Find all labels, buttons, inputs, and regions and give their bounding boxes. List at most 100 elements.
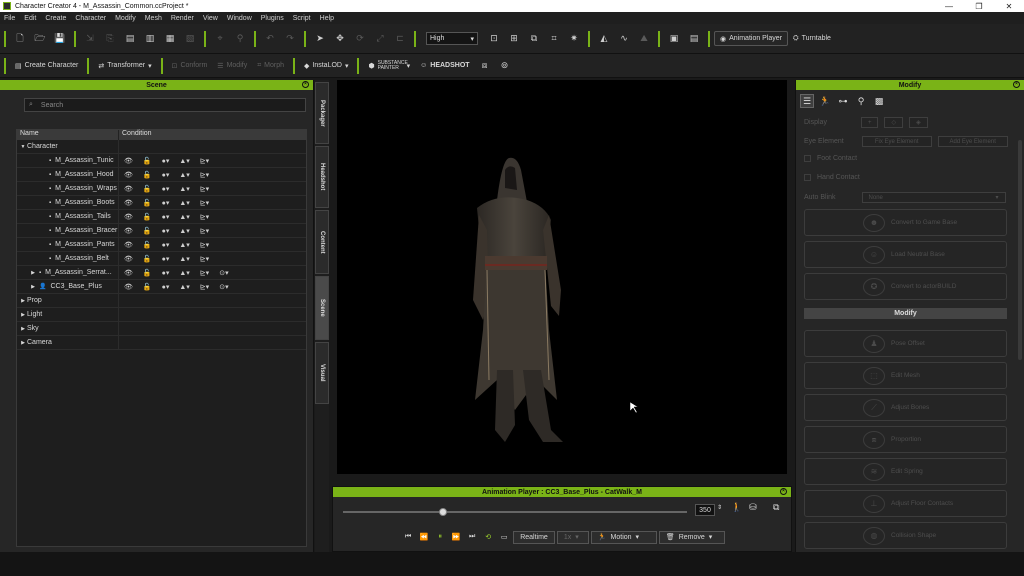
scene-tree-row[interactable]: ▪ M_Assassin_Belt 👁 🔓 ●▾ ▲▾ ⊵▾ xyxy=(17,252,306,266)
visible-eye-icon[interactable]: 👁 xyxy=(124,185,133,193)
dynamic-icon[interactable]: ⊵▾ xyxy=(200,269,209,277)
shadow-icon[interactable]: ▲▾ xyxy=(179,171,189,179)
visible-eye-icon[interactable]: 👁 xyxy=(124,213,133,221)
caption-icon[interactable]: ▭ xyxy=(497,531,511,543)
load-neutral-base-button[interactable]: ☺ Load Neutral Base xyxy=(804,241,1007,268)
expand-triangle-icon[interactable]: ▶ xyxy=(19,298,27,304)
grid-icon[interactable]: ▣ xyxy=(668,33,680,45)
fit-view-icon[interactable]: ⊡ xyxy=(488,33,500,45)
fast-forward-icon[interactable]: ⏩ xyxy=(449,531,463,543)
motion-icon[interactable]: 🏃 xyxy=(818,94,832,108)
display-mode-1[interactable]: + xyxy=(860,117,879,128)
collision-shape-button[interactable]: ◍ Collision Shape xyxy=(804,522,1007,549)
menu-help[interactable]: Help xyxy=(320,15,334,22)
material-icon[interactable]: ●▾ xyxy=(162,199,170,207)
pose-offset-button[interactable]: ♟ Pose Offset xyxy=(804,330,1007,357)
menu-mesh[interactable]: Mesh xyxy=(145,15,162,22)
shadow-icon[interactable]: ▲▾ xyxy=(179,185,189,193)
lock-icon[interactable]: 🔓 xyxy=(143,227,152,235)
hand-contact-row[interactable]: Hand Contact xyxy=(804,174,860,181)
shadow-icon[interactable]: ▲▾ xyxy=(179,213,189,221)
adjust-bones-button[interactable]: ⟋ Adjust Bones xyxy=(804,394,1007,421)
animation-player-button[interactable]: ◉ Animation Player xyxy=(714,31,789,46)
minimize-button[interactable]: — xyxy=(934,2,964,11)
scene-tree-row[interactable]: ▪ M_Assassin_Tails 👁 🔓 ●▾ ▲▾ ⊵▾ xyxy=(17,210,306,224)
create-character-button[interactable]: ▤ Create Character xyxy=(15,62,78,70)
select-icon[interactable]: ➤ xyxy=(314,33,326,45)
lock-icon[interactable]: 🔓 xyxy=(143,171,152,179)
import-icon[interactable]: ⇲ xyxy=(84,33,96,45)
modify-section-header[interactable]: Modify xyxy=(804,308,1007,319)
scene-tree-row[interactable]: ▶ Light xyxy=(17,308,306,322)
lock-icon[interactable]: 🔓 xyxy=(143,283,152,291)
visible-eye-icon[interactable]: 👁 xyxy=(124,171,133,179)
display-mode-3[interactable]: ◈ xyxy=(909,117,928,128)
foot-contact-row[interactable]: Foot Contact xyxy=(804,155,857,162)
edit-mesh-button[interactable]: ⬚ Edit Mesh xyxy=(804,362,1007,389)
tab-content[interactable]: Content xyxy=(315,210,329,274)
menu-view[interactable]: View xyxy=(203,15,218,22)
menu-create[interactable]: Create xyxy=(45,15,66,22)
go-to-start-icon[interactable]: ⏮ xyxy=(401,531,415,543)
material-icon[interactable]: ●▾ xyxy=(162,283,170,291)
scene-tree-row[interactable]: ▶ Camera xyxy=(17,336,306,350)
shadow-icon[interactable]: ▲▾ xyxy=(179,157,189,165)
tab-visual[interactable]: Visual xyxy=(315,342,329,404)
scene-tree-row[interactable]: ▪ M_Assassin_Boots 👁 🔓 ●▾ ▲▾ ⊵▾ xyxy=(17,196,306,210)
layout-icon[interactable]: ▤ xyxy=(688,33,700,45)
export-obj-icon[interactable]: ▤ xyxy=(124,33,136,45)
edit-spring-button[interactable]: ≋ Edit Spring xyxy=(804,458,1007,485)
scene-tree-row[interactable]: ▶ Sky xyxy=(17,322,306,336)
menu-file[interactable]: File xyxy=(4,15,15,22)
modify-toolbar-button[interactable]: ☰ Modify xyxy=(217,62,247,70)
visible-eye-icon[interactable]: 👁 xyxy=(124,227,133,235)
loop-icon[interactable]: ⟲ xyxy=(481,531,495,543)
go-to-end-icon[interactable]: ⏭ xyxy=(465,531,479,543)
plugin-icon[interactable]: ⧈ xyxy=(479,60,491,72)
expand-triangle-icon[interactable]: ▶ xyxy=(29,284,37,290)
move-icon[interactable]: ✥ xyxy=(334,33,346,45)
menu-character[interactable]: Character xyxy=(75,15,106,22)
visible-eye-icon[interactable]: 👁 xyxy=(124,157,133,165)
hand-contact-checkbox[interactable] xyxy=(804,174,811,181)
remove-button[interactable]: 🗑 Remove ▾ xyxy=(658,530,725,544)
timeline-track[interactable] xyxy=(343,511,687,513)
redo-icon[interactable]: ↷ xyxy=(284,33,296,45)
menu-plugins[interactable]: Plugins xyxy=(261,15,284,22)
dynamic-icon[interactable]: ⊵▾ xyxy=(200,157,209,165)
lock-icon[interactable]: 🔓 xyxy=(143,255,152,263)
material-icon[interactable]: ●▾ xyxy=(162,227,170,235)
dynamic-icon[interactable]: ⊵▾ xyxy=(200,185,209,193)
convert-game-base-button[interactable]: ☻ Convert to Game Base xyxy=(804,209,1007,236)
scene-tree-row[interactable]: ▶ ▪ M_Assassin_Serrat... 👁 🔓 ●▾ ▲▾ ⊵▾ ⊙▾ xyxy=(17,266,306,280)
menu-edit[interactable]: Edit xyxy=(24,15,36,22)
shadow-icon[interactable]: ▲▾ xyxy=(179,269,189,277)
pose-icon[interactable]: ⊙▾ xyxy=(219,283,228,291)
capture-icon[interactable]: ⛁ xyxy=(749,502,757,513)
material-icon[interactable]: ●▾ xyxy=(162,185,170,193)
dynamic-icon[interactable]: ⊵▾ xyxy=(200,283,209,291)
material-icon[interactable]: ●▾ xyxy=(162,157,170,165)
visible-eye-icon[interactable]: 👁 xyxy=(124,255,133,263)
open-folder-icon[interactable]: 🗁 xyxy=(34,33,46,45)
mask-icon[interactable]: ⊚ xyxy=(499,60,511,72)
close-panel-icon[interactable]: × xyxy=(302,81,309,88)
shadow-icon[interactable]: ▲▾ xyxy=(179,227,189,235)
display-mode-2[interactable]: ◇ xyxy=(884,117,904,128)
save-icon[interactable]: 💾 xyxy=(54,33,66,45)
tab-headshot[interactable]: Headshot xyxy=(315,146,329,208)
frame-icon[interactable]: ⊞ xyxy=(508,33,520,45)
shadow-icon[interactable]: ▲▾ xyxy=(179,255,189,263)
lock-icon[interactable]: 🔓 xyxy=(143,269,152,277)
maximize-button[interactable]: ❐ xyxy=(964,2,994,11)
close-panel-icon[interactable]: × xyxy=(780,488,787,495)
graph-icon[interactable]: ◭ xyxy=(598,33,610,45)
rewind-icon[interactable]: ⏪ xyxy=(417,531,431,543)
column-name[interactable]: Name xyxy=(17,130,119,140)
dynamic-icon[interactable]: ⊵▾ xyxy=(200,171,209,179)
export-usd-icon[interactable]: ▦ xyxy=(164,33,176,45)
export-icon[interactable]: ⎘ xyxy=(104,33,116,45)
add-eye-element-button[interactable]: Add Eye Element xyxy=(937,136,1008,147)
scene-tree-row[interactable]: ▼ Character xyxy=(17,140,306,154)
visible-eye-icon[interactable]: 👁 xyxy=(124,199,133,207)
